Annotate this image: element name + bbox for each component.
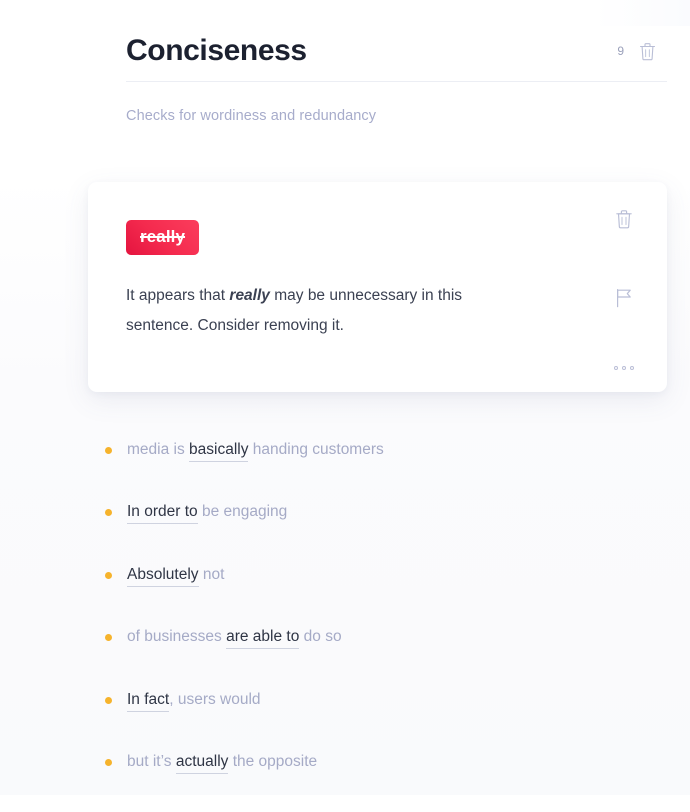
- snippet-after: be engaging: [197, 503, 288, 521]
- list-item[interactable]: media is basically handing customers: [105, 438, 665, 500]
- flag-icon[interactable]: [613, 287, 635, 309]
- snippet-after: handing customers: [248, 441, 384, 458]
- snippet-before: but it’s: [127, 752, 176, 770]
- snippet-highlight: basically: [189, 441, 249, 462]
- bullet-icon: [105, 634, 112, 642]
- suggestion-message-emphasis: really: [229, 286, 270, 304]
- suggestion-card-actions: [607, 208, 641, 370]
- snippet-before: of businesses: [127, 628, 227, 646]
- snippet-highlight: Absolutely: [127, 565, 199, 587]
- snippet-after: , users would: [169, 690, 261, 708]
- bullet-icon: [105, 447, 112, 454]
- snippet-after: not: [198, 565, 225, 583]
- suggestion-message-prefix: It appears that: [126, 286, 230, 304]
- page-subtitle: Checks for wordiness and redundancy: [126, 107, 377, 124]
- page-header-actions: 9: [617, 41, 667, 62]
- suggestion-snippet: but it’s actually the opposite: [127, 750, 317, 774]
- list-item[interactable]: Absolutely not: [105, 563, 665, 625]
- suggestion-card[interactable]: really It appears that really may be unn…: [88, 182, 667, 392]
- list-item[interactable]: In order to be engaging: [105, 500, 665, 562]
- ellipsis-dot: [614, 366, 618, 370]
- suggestion-list: media is basically handing customers In …: [105, 438, 665, 812]
- suggestion-snippet: of businesses are able to do so: [127, 625, 342, 650]
- snippet-highlight: are able to: [226, 628, 300, 650]
- snippet-after: the opposite: [228, 752, 318, 770]
- suggestion-snippet: In fact, users would: [127, 688, 261, 712]
- ellipsis-icon[interactable]: [614, 366, 634, 370]
- header-divider: [126, 80, 667, 82]
- bullet-icon: [105, 696, 112, 704]
- ellipsis-dot: [622, 366, 626, 370]
- suggestion-card-inner: really It appears that really may be unn…: [88, 182, 667, 392]
- trash-icon[interactable]: [638, 41, 657, 62]
- suggestion-snippet: Absolutely not: [127, 563, 224, 587]
- suggestion-snippet: media is basically handing customers: [127, 438, 384, 462]
- bullet-icon: [105, 758, 112, 766]
- list-item[interactable]: of businesses are able to do so: [105, 625, 665, 687]
- page-header: Conciseness 9 Checks for wordiness and r…: [126, 34, 667, 124]
- page-title: Conciseness: [126, 34, 307, 67]
- list-item[interactable]: but it’s actually the opposite: [105, 750, 665, 812]
- suggestion-message: It appears that really may be unnecessar…: [126, 281, 526, 341]
- trash-icon[interactable]: [614, 208, 634, 230]
- snippet-before: media is: [127, 441, 190, 458]
- page-header-row: Conciseness 9: [126, 34, 667, 81]
- snippet-highlight: In order to: [127, 503, 198, 525]
- snippet-after: do so: [299, 628, 342, 646]
- bullet-icon: [105, 571, 112, 579]
- flagged-word-chip: really: [126, 220, 200, 255]
- snippet-highlight: actually: [175, 752, 229, 774]
- page-edge-highlight: [594, 0, 690, 26]
- suggestion-snippet: In order to be engaging: [127, 500, 288, 525]
- ellipsis-dot: [630, 366, 634, 370]
- list-item[interactable]: In fact, users would: [105, 688, 665, 750]
- snippet-highlight: In fact: [127, 690, 170, 712]
- bullet-icon: [105, 509, 112, 517]
- suggestion-count: 9: [617, 44, 624, 59]
